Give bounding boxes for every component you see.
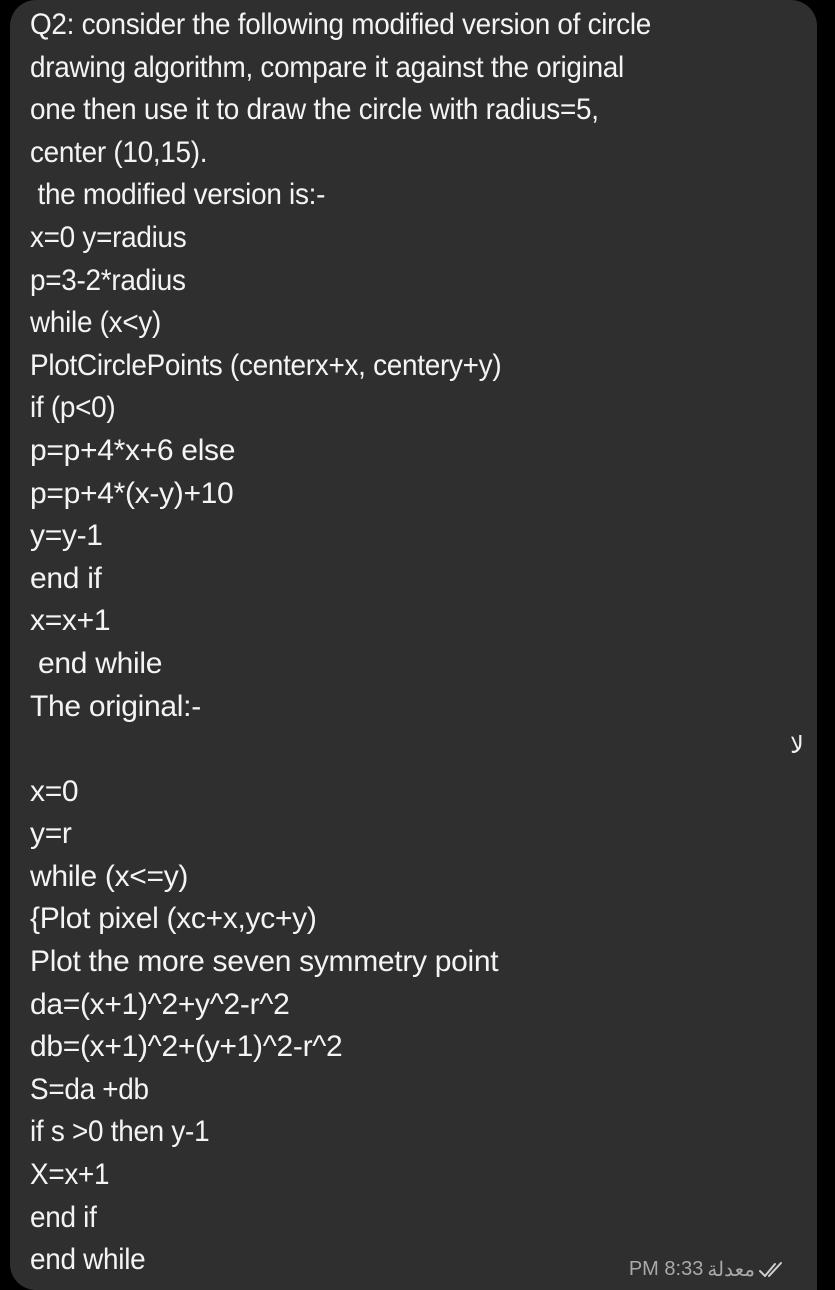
message-time: PM 8:33 bbox=[628, 1258, 704, 1280]
message-line: the modified version is:- bbox=[30, 178, 326, 212]
message-line: one then use it to draw the circle with … bbox=[30, 93, 599, 127]
message-line: end if bbox=[30, 561, 102, 595]
message-line: while (x<y) bbox=[30, 306, 162, 340]
message-line: end while bbox=[30, 1243, 146, 1277]
double-check-icon bbox=[759, 1261, 785, 1279]
message-line: end if bbox=[30, 1200, 97, 1234]
message-line: if s >0 then y-1 bbox=[30, 1115, 210, 1149]
message-line: if (p<0) bbox=[30, 391, 116, 425]
message-line: {Plot pixel (xc+x,yc+y) bbox=[30, 902, 317, 936]
message-line: x=0 y=radius bbox=[30, 220, 187, 254]
message-line: end while bbox=[30, 646, 163, 680]
message-line: da=(x+1)^2+y^2-r^2 bbox=[30, 987, 290, 1021]
message-bubble[interactable]: Q2: consider the following modified vers… bbox=[10, 0, 817, 1290]
message-line: y=y-1 bbox=[30, 519, 103, 553]
message-line: x=0 bbox=[30, 774, 79, 808]
message-line: center (10,15). bbox=[30, 135, 208, 169]
message-line: drawing algorithm, compare it against th… bbox=[30, 50, 624, 84]
message-line: PlotCirclePoints (centerx+x, centery+y) bbox=[30, 348, 502, 382]
message-text: Q2: consider the following modified vers… bbox=[30, 4, 698, 1282]
message-line bbox=[30, 728, 698, 771]
message-line: while (x<=y) bbox=[30, 859, 189, 893]
message-line: p=3-2*radius bbox=[30, 263, 186, 297]
message-line: Q2: consider the following modified vers… bbox=[30, 8, 652, 41]
message-meta: PM 8:33 معدلة bbox=[629, 1257, 785, 1282]
message-line: p=p+4*x+6 else bbox=[30, 433, 236, 467]
message-line: y=r bbox=[30, 817, 72, 851]
message-line: S=da +db bbox=[30, 1072, 149, 1106]
message-line: p=p+4*(x-y)+10 bbox=[30, 476, 234, 510]
message-line: x=x+1 bbox=[30, 604, 111, 638]
message-line: Plot the more seven symmetry point bbox=[30, 945, 499, 979]
message-line: The original:- bbox=[30, 689, 201, 723]
translate-icon[interactable]: لا bbox=[782, 730, 812, 760]
message-line: X=x+1 bbox=[30, 1158, 110, 1192]
message-line: db=(x+1)^2+(y+1)^2-r^2 bbox=[30, 1030, 343, 1064]
edited-label: معدلة bbox=[707, 1259, 755, 1281]
